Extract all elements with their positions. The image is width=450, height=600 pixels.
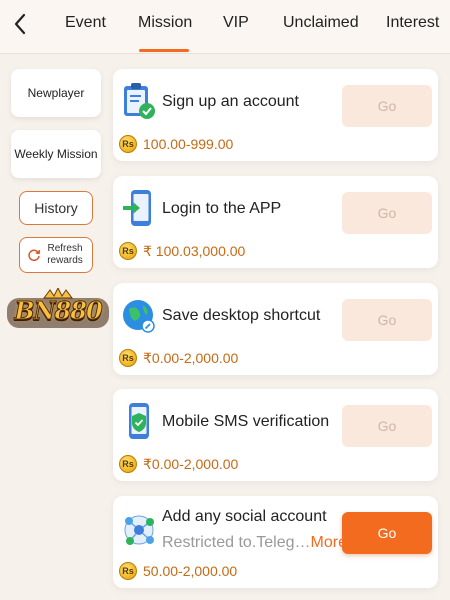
newplayer-button[interactable]: Newplayer (11, 69, 101, 117)
mission-card: Mobile SMS verification Rs ₹0.00-2,000.0… (113, 389, 438, 481)
go-button[interactable]: Go (342, 512, 432, 554)
history-button[interactable]: History (19, 191, 93, 225)
go-button[interactable]: Go (342, 85, 432, 127)
coin-icon: Rs (119, 349, 137, 367)
chevron-left-icon[interactable] (8, 10, 32, 38)
tab-interest[interactable]: Interest (386, 14, 439, 32)
reward-amount: ₹ 100.03,000.00 (143, 242, 246, 259)
mission-title: Login to the APP (162, 200, 282, 217)
weekly-mission-button[interactable]: Weekly Mission (11, 130, 101, 178)
go-button[interactable]: Go (342, 299, 432, 341)
mission-title: Sign up an account (162, 93, 299, 110)
newplayer-label: Newplayer (27, 86, 85, 100)
reward: Rs ₹0.00-2,000.00 (119, 349, 238, 367)
coin-icon: Rs (119, 455, 137, 473)
tab-unclaimed[interactable]: Unclaimed (283, 14, 359, 32)
phone-shield-icon (129, 403, 149, 439)
refresh-rewards-label: Refresh rewards (47, 243, 83, 266)
brand-text: BN880 (14, 295, 103, 325)
tab-event[interactable]: Event (65, 14, 106, 32)
reward: Rs 100.00-999.00 (119, 135, 233, 153)
coin-icon: Rs (119, 562, 137, 580)
reward: Rs ₹ 100.03,000.00 (119, 242, 245, 260)
history-label: History (34, 200, 78, 216)
reward-amount: ₹0.00-2,000.00 (143, 455, 239, 472)
weekly-mission-label: Weekly Mission (14, 147, 98, 161)
tab-vip[interactable]: VIP (223, 14, 249, 32)
go-button[interactable]: Go (342, 192, 432, 234)
mission-title: Mobile SMS verification (162, 413, 330, 430)
mission-card: Sign up an account Rs 100.00-999.00 Go (113, 69, 438, 161)
mission-title: Add any social account (162, 508, 327, 525)
mission-title: Save desktop shortcut (162, 307, 321, 324)
mission-card: Login to the APP Rs ₹ 100.03,000.00 Go (113, 176, 438, 268)
reward: Rs ₹0.00-2,000.00 (119, 455, 238, 473)
phone-login-icon (123, 190, 151, 226)
brand-logo: BN880 (4, 288, 112, 332)
mission-card: Add any social account Restricted to.Tel… (113, 496, 438, 588)
tab-mission[interactable]: Mission (138, 14, 192, 32)
reward-amount: ₹0.00-2,000.00 (143, 349, 239, 366)
globe-shortcut-icon (123, 300, 155, 333)
reward-amount: 100.00-999.00 (143, 136, 234, 152)
reward-amount: 50.00-2,000.00 (143, 563, 238, 579)
refresh-rewards-button[interactable]: Refresh rewards (19, 237, 93, 273)
reward: Rs 50.00-2,000.00 (119, 562, 237, 580)
mission-restriction: Restricted to.Teleg… (162, 534, 311, 551)
top-nav: Event Mission VIP Unclaimed Interest (0, 0, 450, 54)
go-button[interactable]: Go (342, 405, 432, 447)
refresh-icon (28, 249, 41, 262)
active-tab-indicator (139, 49, 189, 52)
clipboard-check-icon (124, 83, 155, 119)
coin-icon: Rs (119, 242, 137, 260)
mission-card: Save desktop shortcut Rs ₹0.00-2,000.00 … (113, 283, 438, 375)
social-network-icon (124, 515, 154, 545)
coin-icon: Rs (119, 135, 137, 153)
mission-description: Restricted to.Teleg…More (162, 534, 347, 552)
